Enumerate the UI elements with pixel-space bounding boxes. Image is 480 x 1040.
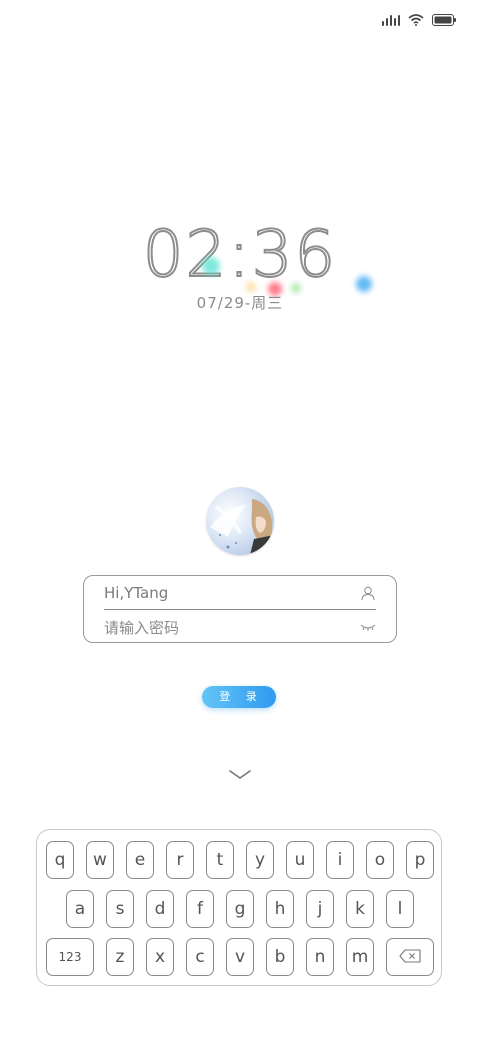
lock-date: 07/29-周三 <box>196 294 284 312</box>
username-field[interactable]: Hi,YTang <box>104 577 376 610</box>
virtual-keyboard: q w e r t y u i o p a s d f g h j k l 12… <box>36 829 442 986</box>
key-z[interactable]: z <box>106 938 134 976</box>
key-b[interactable]: b <box>266 938 294 976</box>
status-bar <box>382 10 456 30</box>
key-k[interactable]: k <box>346 890 374 928</box>
key-l[interactable]: l <box>386 890 414 928</box>
key-123[interactable]: 123 <box>46 938 94 976</box>
password-field[interactable]: 请输入密码 <box>104 611 376 643</box>
key-j[interactable]: j <box>306 890 334 928</box>
key-q[interactable]: q <box>46 841 74 879</box>
key-g[interactable]: g <box>226 890 254 928</box>
key-y[interactable]: y <box>246 841 274 879</box>
key-c[interactable]: c <box>186 938 214 976</box>
password-placeholder: 请输入密码 <box>104 618 180 637</box>
key-o[interactable]: o <box>366 841 394 879</box>
key-r[interactable]: r <box>166 841 194 879</box>
eye-closed-icon[interactable] <box>360 619 376 635</box>
login-button[interactable]: 登 录 <box>202 686 276 708</box>
key-s[interactable]: s <box>106 890 134 928</box>
decor-dot <box>202 257 220 275</box>
signal-icon <box>382 14 400 26</box>
key-f[interactable]: f <box>186 890 214 928</box>
backspace-key[interactable] <box>386 938 434 976</box>
key-e[interactable]: e <box>126 841 154 879</box>
lock-clock: 02:36 <box>142 217 338 293</box>
key-v[interactable]: v <box>226 938 254 976</box>
key-t[interactable]: t <box>206 841 234 879</box>
user-icon <box>360 585 376 601</box>
battery-icon <box>432 14 456 26</box>
key-i[interactable]: i <box>326 841 354 879</box>
key-h[interactable]: h <box>266 890 294 928</box>
backspace-icon <box>399 948 421 966</box>
key-w[interactable]: w <box>86 841 114 879</box>
key-a[interactable]: a <box>66 890 94 928</box>
key-d[interactable]: d <box>146 890 174 928</box>
decor-dot <box>356 276 372 292</box>
key-m[interactable]: m <box>346 938 374 976</box>
wifi-icon <box>408 14 424 26</box>
key-n[interactable]: n <box>306 938 334 976</box>
decor-dot <box>246 282 256 292</box>
avatar <box>206 487 274 555</box>
key-p[interactable]: p <box>406 841 434 879</box>
key-x[interactable]: x <box>146 938 174 976</box>
login-form: Hi,YTang 请输入密码 <box>83 575 397 643</box>
chevron-down-icon[interactable] <box>229 766 251 785</box>
username-value: Hi,YTang <box>104 584 169 602</box>
key-u[interactable]: u <box>286 841 314 879</box>
